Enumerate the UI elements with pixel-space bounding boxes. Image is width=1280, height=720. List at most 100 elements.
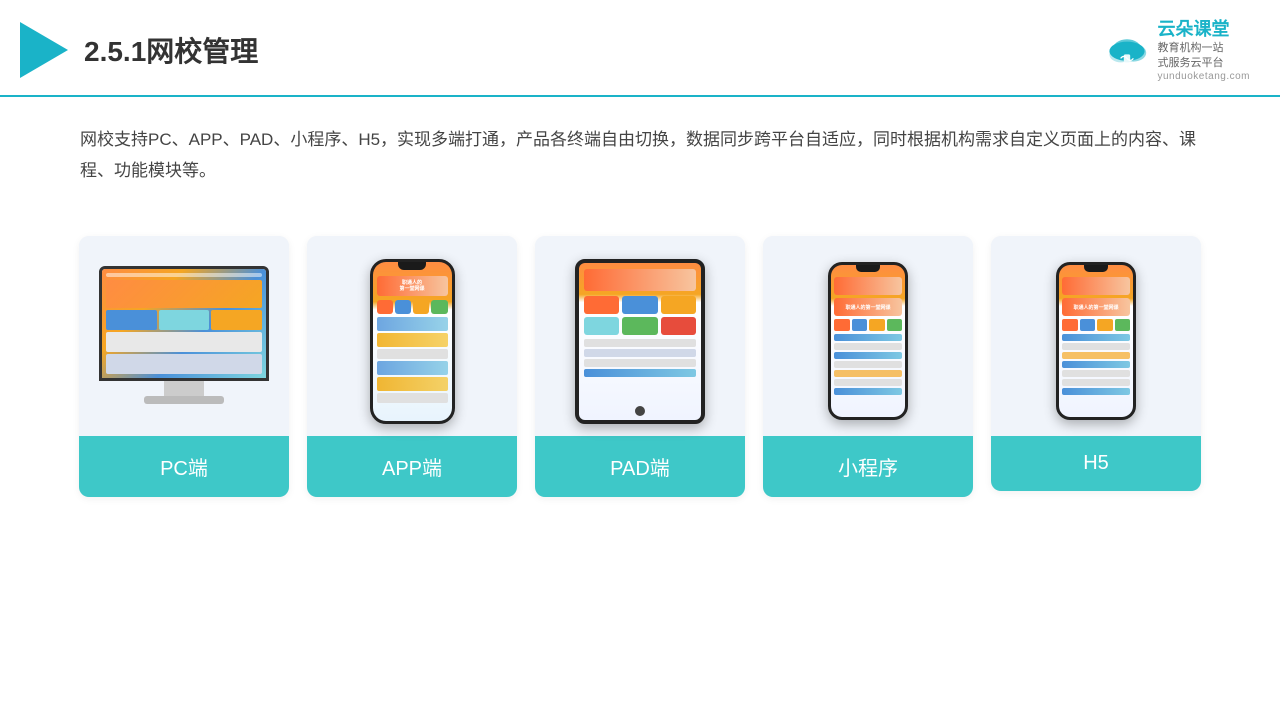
tablet-row-3	[584, 359, 696, 367]
phone-notch-app	[398, 262, 426, 270]
mini-icon-4	[887, 319, 903, 331]
brand-url: yunduoketang.com	[1157, 70, 1250, 83]
tablet-header-bar	[584, 269, 696, 291]
mini-icon-h5-3	[1097, 319, 1113, 331]
tablet-row-4	[584, 369, 696, 377]
brand-text: 云朵课堂 教育机构一站 式服务云平台 yunduoketang.com	[1157, 18, 1250, 83]
tablet-item-4	[584, 317, 619, 335]
mini-title-mp: 职通人的第一堂网课	[845, 304, 890, 311]
card-app-label: APP端	[307, 436, 517, 497]
mini-row-h5-3	[1062, 352, 1130, 359]
mini-icon-h5-4	[1115, 319, 1131, 331]
card-miniprogram: 职通人的第一堂网课	[763, 236, 973, 497]
phone-content-app	[377, 317, 448, 417]
brand-tagline-1: 教育机构一站	[1157, 41, 1250, 55]
mini-header-mp	[834, 277, 902, 295]
phone-row-1	[377, 317, 448, 331]
card-pad-image	[535, 236, 745, 436]
mini-icon-3	[869, 319, 885, 331]
mini-row-4	[834, 361, 902, 368]
header-right: 云朵课堂 教育机构一站 式服务云平台 yunduoketang.com	[1103, 18, 1250, 83]
brand-name: 云朵课堂	[1157, 18, 1250, 41]
tablet-item-3	[661, 296, 696, 314]
mini-icon-h5-1	[1062, 319, 1078, 331]
card-app: 职通人的第一堂网课	[307, 236, 517, 497]
brand-logo: 云朵课堂 教育机构一站 式服务云平台 yunduoketang.com	[1103, 18, 1250, 83]
card-h5-image: 职通人的第一堂网课	[991, 236, 1201, 436]
mini-icon-h5-2	[1080, 319, 1096, 331]
tablet-item-1	[584, 296, 619, 314]
page-header: 2.5.1网校管理 云朵课堂 教育机构一站 式服务云平台 yunduoketan…	[0, 0, 1280, 97]
tablet-item-2	[622, 296, 657, 314]
mini-row-h5-6	[1062, 379, 1130, 386]
mini-phone-mockup-h5: 职通人的第一堂网课	[1056, 262, 1136, 420]
mini-row-h5-7	[1062, 388, 1130, 395]
brand-tagline-2: 式服务云平台	[1157, 56, 1250, 70]
monitor-block-3	[159, 310, 210, 330]
mini-row-7	[834, 388, 902, 395]
desktop-mockup	[99, 266, 269, 416]
page-title: 2.5.1网校管理	[84, 30, 258, 70]
phone-screen-app: 职通人的第一堂网课	[373, 262, 452, 421]
phone-header-text-app: 职通人的第一堂网课	[399, 280, 424, 292]
phone-row-2	[377, 333, 448, 347]
tablet-home-btn	[635, 406, 645, 416]
tablet-row-2	[584, 349, 696, 357]
tablet-screen-pad	[579, 263, 701, 420]
mini-icon-2	[852, 319, 868, 331]
mini-row-1	[834, 334, 902, 341]
mini-rows-h5	[1062, 334, 1130, 395]
card-pad-label: PAD端	[535, 436, 745, 497]
phone-row-4	[377, 361, 448, 375]
mini-phone-notch-h5	[1084, 265, 1108, 272]
mini-row-6	[834, 379, 902, 386]
phone-row-5	[377, 377, 448, 391]
mini-header-h5	[1062, 277, 1130, 295]
monitor-body	[99, 266, 269, 381]
mini-row-h5-4	[1062, 361, 1130, 368]
phone-row-6	[377, 393, 448, 403]
card-pc-label: PC端	[79, 436, 289, 497]
card-pc-image	[79, 236, 289, 436]
mini-rows-mp	[834, 334, 902, 395]
mini-icons-mp	[834, 319, 902, 331]
mini-row-h5-1	[1062, 334, 1130, 341]
card-pad: PAD端	[535, 236, 745, 497]
tablet-mockup-pad	[575, 259, 705, 424]
mini-phone-notch-mp	[856, 265, 880, 272]
mini-icon-1	[834, 319, 850, 331]
phone-icon-2	[395, 300, 411, 314]
monitor-block-6	[106, 354, 262, 374]
cards-container: PC端 职通人的第一堂网课	[0, 216, 1280, 517]
cloud-logo-icon	[1103, 32, 1151, 68]
mini-row-3	[834, 352, 902, 359]
mini-row-h5-5	[1062, 370, 1130, 377]
card-miniprogram-image: 职通人的第一堂网课	[763, 236, 973, 436]
mini-phone-mockup-mp: 职通人的第一堂网课	[828, 262, 908, 420]
tablet-row-1	[584, 339, 696, 347]
tablet-rows	[584, 339, 696, 377]
card-pc: PC端	[79, 236, 289, 497]
phone-icon-1	[377, 300, 393, 314]
header-left: 2.5.1网校管理	[20, 22, 258, 78]
monitor-block-5	[106, 332, 262, 352]
logo-arrow-icon	[20, 22, 68, 78]
tablet-item-6	[661, 317, 696, 335]
card-h5-label: H5	[991, 436, 1201, 491]
monitor-content	[106, 280, 262, 374]
mini-phone-screen-mp: 职通人的第一堂网课	[831, 265, 905, 417]
monitor-base	[144, 396, 224, 404]
monitor-screen	[102, 269, 266, 378]
phone-header-app: 职通人的第一堂网课	[377, 276, 448, 296]
mini-row-h5-2	[1062, 343, 1130, 350]
phone-icon-4	[431, 300, 447, 314]
mini-title-h5: 职通人的第一堂网课	[1073, 304, 1118, 311]
mini-row-5	[834, 370, 902, 377]
card-miniprogram-label: 小程序	[763, 436, 973, 497]
tablet-grid	[584, 296, 696, 335]
phone-icons-app	[377, 300, 448, 314]
monitor-stand	[164, 381, 204, 396]
description-text: 网校支持PC、APP、PAD、小程序、H5，实现多端打通，产品各终端自由切换，数…	[0, 97, 1280, 206]
phone-row-3	[377, 349, 448, 359]
monitor-block-2	[106, 310, 157, 330]
